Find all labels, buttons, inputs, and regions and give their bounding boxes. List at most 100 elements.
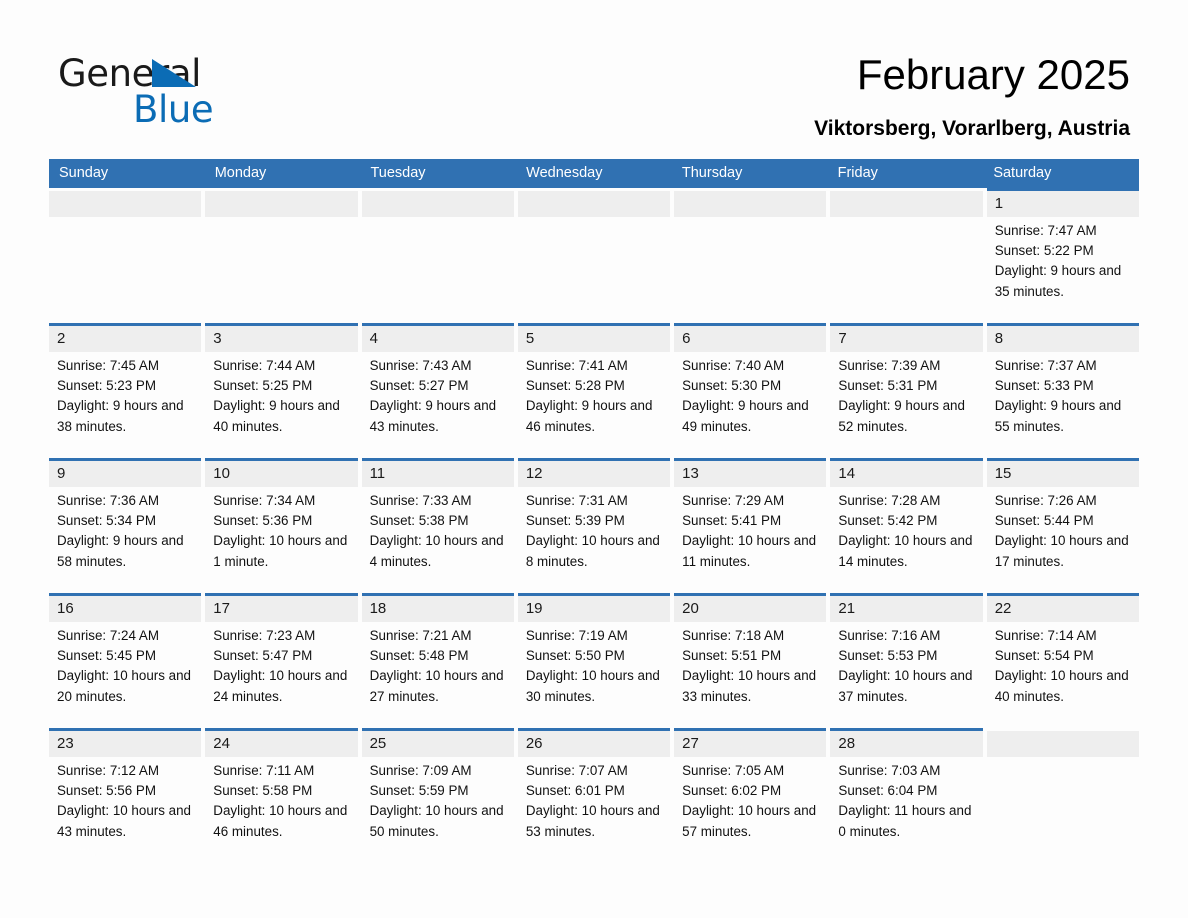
calendar-day-cell[interactable]: 10 Sunrise: 7:34 AM Sunset: 5:36 PM Dayligh…: [205, 458, 358, 593]
day-number: 20: [674, 596, 827, 622]
page-header: General Blue February 2025 Viktorsberg, …: [0, 0, 1188, 152]
day-sun-info: Sunrise: 7:31 AM Sunset: 5:39 PM Daylight:…: [518, 487, 670, 572]
day-sun-info: Sunrise: 7:12 AM Sunset: 5:56 PM Daylight:…: [49, 757, 201, 842]
sunset-text: Sunset: 5:39 PM: [525, 513, 625, 529]
calendar-day-cell[interactable]: 28 Sunrise: 7:03 AM Sunset: 6:04 PM Dayligh…: [830, 728, 983, 863]
calendar-day-cell[interactable]: 13 Sunrise: 7:29 AM Sunset: 5:41 PM Dayligh…: [674, 458, 827, 593]
sunrise-text: Sunrise: 7:43 AM: [369, 358, 472, 373]
sunset-text: Sunset: 5:48 PM: [369, 648, 469, 664]
day-number: 12: [517, 461, 671, 487]
day-sun-info: Sunrise: 7:40 AM Sunset: 5:30 PM Daylight:…: [674, 352, 826, 437]
day-number: [49, 191, 202, 217]
sunrise-text: Sunrise: 7:07 AM: [525, 763, 628, 778]
sunset-text: Sunset: 5:31 PM: [838, 378, 938, 394]
day-sun-info: Sunrise: 7:39 AM Sunset: 5:31 PM Daylight:…: [830, 352, 982, 437]
sunset-text: Sunset: 5:38 PM: [369, 513, 469, 529]
day-number: 10: [205, 461, 358, 487]
day-number: 1: [986, 191, 1139, 217]
calendar-day-cell[interactable]: 12 Sunrise: 7:31 AM Sunset: 5:39 PM Dayligh…: [517, 458, 671, 593]
calendar-day-cell[interactable]: 15 Sunrise: 7:26 AM Sunset: 5:44 PM Dayligh…: [986, 458, 1139, 593]
daylight-text: Daylight: 9 hours and 35 minutes.: [994, 263, 1122, 299]
sunset-text: Sunset: 5:22 PM: [994, 243, 1094, 259]
day-sun-info: Sunrise: 7:09 AM Sunset: 5:59 PM Daylight:…: [362, 757, 514, 842]
calendar-day-cell[interactable]: 23 Sunrise: 7:12 AM Sunset: 5:56 PM Dayligh…: [49, 728, 202, 863]
daylight-text: Daylight: 9 hours and 40 minutes.: [213, 398, 340, 434]
day-sun-info: Sunrise: 7:29 AM Sunset: 5:41 PM Daylight:…: [674, 487, 826, 572]
calendar-day-cell[interactable]: 11 Sunrise: 7:33 AM Sunset: 5:38 PM Dayligh…: [361, 458, 514, 593]
sunset-text: Sunset: 5:56 PM: [57, 783, 156, 799]
day-number: 17: [205, 596, 358, 622]
sunset-text: Sunset: 5:36 PM: [213, 513, 313, 529]
daylight-text: Daylight: 9 hours and 49 minutes.: [682, 398, 809, 434]
calendar-day-cell[interactable]: 20 Sunrise: 7:18 AM Sunset: 5:51 PM Dayligh…: [674, 593, 827, 728]
calendar-grid: Sunday Monday Tuesday Wednesday Thursday…: [49, 159, 1139, 863]
calendar-day-cell[interactable]: 14 Sunrise: 7:28 AM Sunset: 5:42 PM Dayligh…: [830, 458, 983, 593]
sunset-text: Sunset: 5:41 PM: [682, 513, 782, 529]
day-number: [986, 731, 1139, 757]
daylight-text: Daylight: 10 hours and 24 minutes.: [213, 668, 348, 704]
calendar-day-cell[interactable]: 19 Sunrise: 7:19 AM Sunset: 5:50 PM Dayligh…: [517, 593, 671, 728]
day-number: 5: [517, 326, 671, 352]
day-sun-info: Sunrise: 7:23 AM Sunset: 5:47 PM Daylight:…: [205, 622, 357, 707]
sunrise-text: Sunrise: 7:16 AM: [838, 628, 941, 643]
calendar-day-cell[interactable]: 22 Sunrise: 7:14 AM Sunset: 5:54 PM Dayligh…: [986, 593, 1139, 728]
calendar-weeks: 1 Sunrise: 7:47 AM Sunset: 5:22 PM Daylight…: [49, 188, 1139, 863]
calendar-page: General Blue February 2025 Viktorsberg, …: [0, 0, 1188, 918]
calendar-cell-empty: [986, 728, 1139, 863]
day-number: 6: [674, 326, 827, 352]
daylight-text: Daylight: 9 hours and 38 minutes.: [57, 398, 184, 434]
sunrise-text: Sunrise: 7:18 AM: [682, 628, 785, 643]
logo-triangle-icon: [152, 59, 196, 87]
sunrise-text: Sunrise: 7:19 AM: [525, 628, 628, 643]
calendar-day-cell[interactable]: 21 Sunrise: 7:16 AM Sunset: 5:53 PM Dayligh…: [830, 593, 983, 728]
day-sun-info: Sunrise: 7:43 AM Sunset: 5:27 PM Daylight:…: [362, 352, 514, 437]
sunrise-text: Sunrise: 7:09 AM: [369, 763, 472, 778]
calendar-day-cell[interactable]: 7 Sunrise: 7:39 AM Sunset: 5:31 PM Daylight…: [830, 323, 983, 458]
sunset-text: Sunset: 5:44 PM: [994, 513, 1094, 529]
calendar-day-cell[interactable]: 17 Sunrise: 7:23 AM Sunset: 5:47 PM Dayligh…: [205, 593, 358, 728]
sunrise-text: Sunrise: 7:03 AM: [838, 763, 941, 778]
calendar-day-cell[interactable]: 3 Sunrise: 7:44 AM Sunset: 5:25 PM Daylight…: [205, 323, 358, 458]
calendar-day-cell[interactable]: 4 Sunrise: 7:43 AM Sunset: 5:27 PM Daylight…: [361, 323, 514, 458]
calendar-day-cell[interactable]: 9 Sunrise: 7:36 AM Sunset: 5:34 PM Daylight…: [49, 458, 202, 593]
calendar-day-cell[interactable]: 6 Sunrise: 7:40 AM Sunset: 5:30 PM Daylight…: [674, 323, 827, 458]
day-sun-info: Sunrise: 7:45 AM Sunset: 5:23 PM Daylight:…: [49, 352, 201, 437]
general-blue-logo: General Blue: [58, 52, 358, 131]
day-number: 13: [674, 461, 827, 487]
sunrise-text: Sunrise: 7:14 AM: [994, 628, 1097, 643]
day-number: 7: [830, 326, 983, 352]
day-sun-info: Sunrise: 7:47 AM Sunset: 5:22 PM Daylight:…: [987, 217, 1139, 302]
calendar-day-cell[interactable]: 16 Sunrise: 7:24 AM Sunset: 5:45 PM Dayligh…: [49, 593, 202, 728]
calendar-day-cell[interactable]: 26 Sunrise: 7:07 AM Sunset: 6:01 PM Dayligh…: [517, 728, 671, 863]
daylight-text: Daylight: 10 hours and 43 minutes.: [57, 803, 191, 839]
sunrise-text: Sunrise: 7:28 AM: [838, 493, 941, 508]
calendar-day-cell[interactable]: 8 Sunrise: 7:37 AM Sunset: 5:33 PM Daylight…: [986, 323, 1139, 458]
day-number: 22: [986, 596, 1139, 622]
dow-wednesday: Wednesday: [526, 165, 603, 181]
calendar-day-cell[interactable]: 25 Sunrise: 7:09 AM Sunset: 5:59 PM Dayligh…: [361, 728, 514, 863]
day-sun-info: Sunrise: 7:16 AM Sunset: 5:53 PM Daylight:…: [830, 622, 982, 707]
day-number: 15: [986, 461, 1139, 487]
calendar-day-cell[interactable]: 27 Sunrise: 7:05 AM Sunset: 6:02 PM Dayligh…: [674, 728, 827, 863]
calendar-day-cell[interactable]: 18 Sunrise: 7:21 AM Sunset: 5:48 PM Dayligh…: [361, 593, 514, 728]
calendar-day-cell[interactable]: 2 Sunrise: 7:45 AM Sunset: 5:23 PM Daylight…: [49, 323, 202, 458]
sunset-text: Sunset: 5:58 PM: [213, 783, 313, 799]
day-number: 11: [361, 461, 514, 487]
dow-thursday: Thursday: [681, 165, 743, 181]
daylight-text: Daylight: 10 hours and 50 minutes.: [369, 803, 504, 839]
sunrise-text: Sunrise: 7:21 AM: [369, 628, 472, 643]
day-sun-info: Sunrise: 7:14 AM Sunset: 5:54 PM Daylight:…: [987, 622, 1139, 707]
sunrise-text: Sunrise: 7:34 AM: [213, 493, 316, 508]
calendar-day-cell[interactable]: 5 Sunrise: 7:41 AM Sunset: 5:28 PM Daylight…: [517, 323, 671, 458]
daylight-text: Daylight: 9 hours and 55 minutes.: [994, 398, 1122, 434]
calendar-day-cell[interactable]: 24 Sunrise: 7:11 AM Sunset: 5:58 PM Dayligh…: [205, 728, 358, 863]
calendar-day-cell[interactable]: 1 Sunrise: 7:47 AM Sunset: 5:22 PM Daylight…: [986, 188, 1139, 323]
day-sun-info: Sunrise: 7:44 AM Sunset: 5:25 PM Daylight:…: [205, 352, 357, 437]
daylight-text: Daylight: 10 hours and 30 minutes.: [525, 668, 660, 704]
sunset-text: Sunset: 5:25 PM: [213, 378, 313, 394]
calendar-week-row: 9 Sunrise: 7:36 AM Sunset: 5:34 PM Daylight…: [49, 458, 1139, 593]
sunset-text: Sunset: 5:53 PM: [838, 648, 938, 664]
sunset-text: Sunset: 6:04 PM: [838, 783, 938, 799]
daylight-text: Daylight: 10 hours and 11 minutes.: [682, 533, 817, 569]
daylight-text: Daylight: 10 hours and 40 minutes.: [994, 668, 1129, 704]
